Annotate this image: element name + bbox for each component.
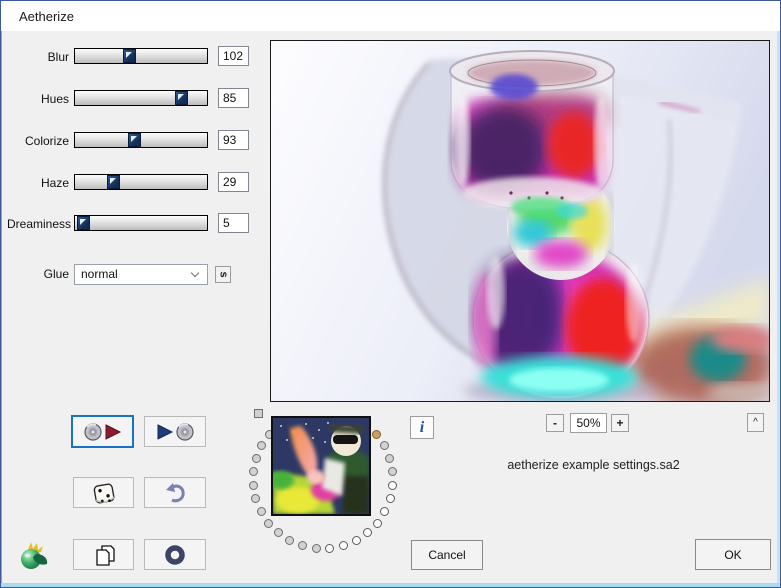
dial-dot[interactable] bbox=[273, 528, 283, 538]
dial-reset-square[interactable] bbox=[254, 409, 263, 418]
undo-arrow-icon bbox=[166, 482, 185, 502]
dial-dot[interactable] bbox=[325, 544, 335, 554]
cancel-button[interactable]: Cancel bbox=[411, 540, 483, 570]
dial-dot[interactable] bbox=[388, 480, 398, 490]
info-button[interactable]: i bbox=[410, 416, 434, 439]
window-title: Aetherize bbox=[19, 9, 74, 24]
dial-dot-selected[interactable] bbox=[372, 429, 382, 439]
glue-dropdown[interactable]: normal bbox=[74, 264, 208, 285]
title-bar: Aetherize bbox=[1, 1, 780, 31]
s-glyph: s bbox=[217, 271, 230, 278]
glue-selected-option: normal bbox=[81, 267, 118, 281]
colorize-slider[interactable] bbox=[74, 132, 208, 148]
dial-dot[interactable] bbox=[388, 467, 398, 477]
haze-slider[interactable] bbox=[74, 174, 208, 190]
plus-icon: + bbox=[616, 416, 624, 430]
undo-button[interactable] bbox=[144, 477, 206, 508]
colorize-label: Colorize bbox=[24, 134, 69, 148]
dial-dot[interactable] bbox=[298, 541, 308, 551]
dial-dot[interactable] bbox=[251, 494, 261, 504]
dial-dot[interactable] bbox=[385, 453, 395, 463]
dial-dot[interactable] bbox=[372, 518, 382, 528]
zoom-out-button[interactable]: - bbox=[546, 414, 564, 432]
hues-label: Hues bbox=[40, 92, 69, 106]
play-disc-icon bbox=[157, 422, 194, 441]
dial-dot[interactable] bbox=[248, 467, 258, 477]
blur-value-input[interactable] bbox=[218, 46, 249, 66]
aetherize-dialog: Aetherize Blur Hues Colorize Haze Dreami… bbox=[0, 0, 781, 588]
preset-thumbnail[interactable] bbox=[268, 416, 371, 516]
dial-dot[interactable] bbox=[379, 440, 389, 450]
ring-icon bbox=[165, 544, 185, 565]
dial-dot[interactable] bbox=[264, 518, 274, 528]
dial-dot[interactable] bbox=[351, 536, 361, 546]
dial-dot[interactable] bbox=[380, 507, 390, 517]
chevron-down-icon bbox=[190, 268, 200, 278]
slider-handle-colorize[interactable] bbox=[128, 133, 142, 147]
hues-slider[interactable] bbox=[74, 90, 208, 106]
slider-handle-blur[interactable] bbox=[123, 49, 137, 63]
dice-icon bbox=[93, 482, 114, 503]
blur-slider[interactable] bbox=[74, 48, 208, 64]
dial-dot[interactable] bbox=[363, 528, 373, 538]
thumbnail-image bbox=[268, 418, 369, 514]
dreaminess-label: Dreaminess bbox=[7, 217, 72, 231]
settings-filename: aetherize example settings.sa2 bbox=[507, 458, 680, 472]
slider-handle-haze[interactable] bbox=[107, 175, 121, 189]
preview-image bbox=[271, 41, 775, 406]
colorize-value-input[interactable] bbox=[218, 130, 249, 150]
blur-label: Blur bbox=[47, 50, 69, 64]
dreaminess-slider[interactable] bbox=[74, 215, 208, 231]
dial-dot[interactable] bbox=[285, 536, 295, 546]
glue-s-button[interactable]: s bbox=[215, 266, 231, 283]
info-i-glyph: i bbox=[419, 418, 425, 436]
disc-play-icon bbox=[83, 422, 121, 441]
slider-handle-dreaminess[interactable] bbox=[76, 216, 90, 230]
dial-dot[interactable] bbox=[338, 541, 348, 551]
ring-button[interactable] bbox=[144, 539, 206, 570]
randomize-button[interactable] bbox=[73, 477, 134, 508]
haze-value-input[interactable] bbox=[218, 172, 249, 192]
dial-dot[interactable] bbox=[257, 440, 267, 450]
dial-dot[interactable] bbox=[251, 453, 261, 463]
haze-label: Haze bbox=[40, 176, 69, 190]
caret-up-icon: ^ bbox=[753, 417, 758, 428]
hues-value-input[interactable] bbox=[218, 88, 249, 108]
preview-panel[interactable] bbox=[270, 40, 775, 406]
plugin-logo-icon bbox=[21, 542, 48, 569]
dial-dot[interactable] bbox=[385, 494, 395, 504]
zoom-in-button[interactable]: + bbox=[611, 414, 629, 432]
copy-settings-button[interactable] bbox=[73, 539, 134, 570]
minus-icon: - bbox=[553, 416, 557, 430]
zoom-level-display: 50% bbox=[570, 413, 607, 433]
ok-button[interactable]: OK bbox=[695, 539, 771, 570]
dreaminess-value-input[interactable] bbox=[218, 213, 249, 233]
collapse-button[interactable]: ^ bbox=[747, 413, 764, 432]
preset-dial bbox=[246, 401, 406, 571]
glue-label: Glue bbox=[43, 267, 69, 281]
dial-dot[interactable] bbox=[248, 480, 258, 490]
slider-handle-hues[interactable] bbox=[174, 91, 188, 105]
dial-dot[interactable] bbox=[256, 507, 266, 517]
apply-preset-button[interactable] bbox=[71, 415, 134, 448]
copy-pages-icon bbox=[95, 544, 115, 566]
play-preset-button[interactable] bbox=[144, 416, 206, 447]
dial-dot[interactable] bbox=[311, 544, 321, 554]
